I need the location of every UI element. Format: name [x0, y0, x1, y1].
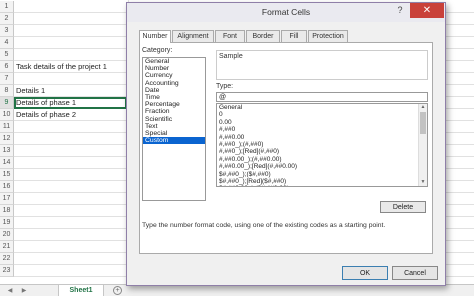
sheet-tab[interactable]: Sheet1: [58, 285, 104, 296]
type-item[interactable]: $#,##0_);($#,##0): [217, 171, 427, 178]
cell-r6[interactable]: Task details of the project 1: [16, 61, 107, 73]
category-item[interactable]: Date: [143, 87, 205, 94]
type-item[interactable]: $#,##0.00_);($#,##0.00): [217, 185, 427, 186]
type-item[interactable]: #,##0_);(#,##0): [217, 141, 427, 148]
tab-border[interactable]: Border: [246, 30, 280, 42]
row-header[interactable]: 4: [0, 37, 14, 49]
row-header[interactable]: 7: [0, 73, 14, 85]
tab-nav-next-icon[interactable]: ▶: [18, 287, 30, 295]
row-header[interactable]: 8: [0, 85, 14, 97]
ok-button[interactable]: OK: [342, 266, 388, 280]
tab-protection[interactable]: Protection: [308, 30, 348, 42]
delete-button[interactable]: Delete: [380, 201, 426, 213]
row-header[interactable]: 14: [0, 157, 14, 169]
row-header[interactable]: 11: [0, 121, 14, 133]
category-list[interactable]: General Number Currency Accounting Date Time P…: [142, 57, 206, 201]
row-header[interactable]: 17: [0, 193, 14, 205]
row-header[interactable]: 13: [0, 145, 14, 157]
row-header[interactable]: 3: [0, 25, 14, 37]
category-item[interactable]: Custom: [143, 137, 205, 145]
row-header[interactable]: 1: [0, 1, 14, 13]
add-sheet-icon[interactable]: +: [113, 286, 122, 295]
row-header[interactable]: 6: [0, 61, 14, 73]
row-header[interactable]: 16: [0, 181, 14, 193]
tab-font[interactable]: Font: [215, 30, 245, 42]
number-tab-panel: Category: General Number Currency Accountin…: [139, 42, 433, 254]
type-item[interactable]: #,##0: [217, 126, 427, 133]
sample-group: Sample: [216, 50, 428, 80]
type-input[interactable]: @: [216, 92, 428, 102]
type-item[interactable]: 0: [217, 111, 427, 118]
type-item[interactable]: #,##0.00: [217, 134, 427, 141]
cell-r9[interactable]: Details of phase 1: [16, 97, 76, 109]
type-item[interactable]: General: [217, 104, 427, 111]
sample-label: Sample: [219, 53, 243, 60]
tab-alignment[interactable]: Alignment: [172, 30, 214, 42]
format-hint: Type the number format code, using one o…: [142, 222, 386, 229]
type-item[interactable]: #,##0.00_);(#,##0.00): [217, 156, 427, 163]
row-header[interactable]: 10: [0, 109, 14, 121]
tab-number[interactable]: Number: [139, 30, 171, 43]
scroll-down-icon[interactable]: ▼: [419, 179, 427, 186]
cell-r8[interactable]: Details 1: [16, 85, 45, 97]
category-item[interactable]: Special: [143, 130, 205, 137]
type-item[interactable]: 0.00: [217, 119, 427, 126]
type-item[interactable]: #,##0_);[Red](#,##0): [217, 148, 427, 155]
row-header[interactable]: 19: [0, 217, 14, 229]
category-item[interactable]: Time: [143, 94, 205, 101]
category-item[interactable]: Accounting: [143, 80, 205, 87]
tab-nav-prev-icon[interactable]: ◀: [4, 287, 16, 295]
row-header[interactable]: 12: [0, 133, 14, 145]
dialog-tabs: Number Alignment Font Border Fill Protec…: [139, 30, 433, 43]
row-header[interactable]: 9: [0, 97, 14, 109]
dialog-titlebar[interactable]: Format Cells ? ✕: [127, 3, 445, 22]
help-button[interactable]: ?: [391, 3, 409, 18]
row-header[interactable]: 21: [0, 241, 14, 253]
type-item[interactable]: #,##0.00_);[Red](#,##0.00): [217, 163, 427, 170]
format-cells-dialog: Format Cells ? ✕ Number Alignment Font B…: [126, 2, 446, 286]
category-item[interactable]: General: [143, 58, 205, 65]
cancel-button[interactable]: Cancel: [392, 266, 438, 280]
type-item[interactable]: $#,##0_);[Red]($#,##0): [217, 178, 427, 185]
scroll-up-icon[interactable]: ▲: [419, 104, 427, 111]
row-header[interactable]: 15: [0, 169, 14, 181]
row-header[interactable]: 5: [0, 49, 14, 61]
row-header[interactable]: 2: [0, 13, 14, 25]
close-button[interactable]: ✕: [410, 3, 444, 18]
row-header[interactable]: 22: [0, 253, 14, 265]
category-item[interactable]: Text: [143, 123, 205, 130]
type-label: Type:: [216, 83, 234, 90]
category-item[interactable]: Currency: [143, 72, 205, 79]
category-item[interactable]: Number: [143, 65, 205, 72]
type-list[interactable]: General 0 0.00 #,##0 #,##0.00 #,##0_);(#,##0)…: [216, 103, 428, 187]
type-list-scrollbar[interactable]: ▲ ▼: [418, 104, 427, 186]
cell-r10[interactable]: Details of phase 2: [16, 109, 76, 121]
category-item[interactable]: Fraction: [143, 108, 205, 115]
category-item[interactable]: Scientific: [143, 116, 205, 123]
tab-fill[interactable]: Fill: [281, 30, 307, 42]
row-header[interactable]: 23: [0, 265, 14, 277]
scroll-thumb[interactable]: [420, 112, 426, 134]
row-header[interactable]: 18: [0, 205, 14, 217]
row-header[interactable]: 20: [0, 229, 14, 241]
category-item[interactable]: Percentage: [143, 101, 205, 108]
category-label: Category:: [142, 47, 173, 54]
